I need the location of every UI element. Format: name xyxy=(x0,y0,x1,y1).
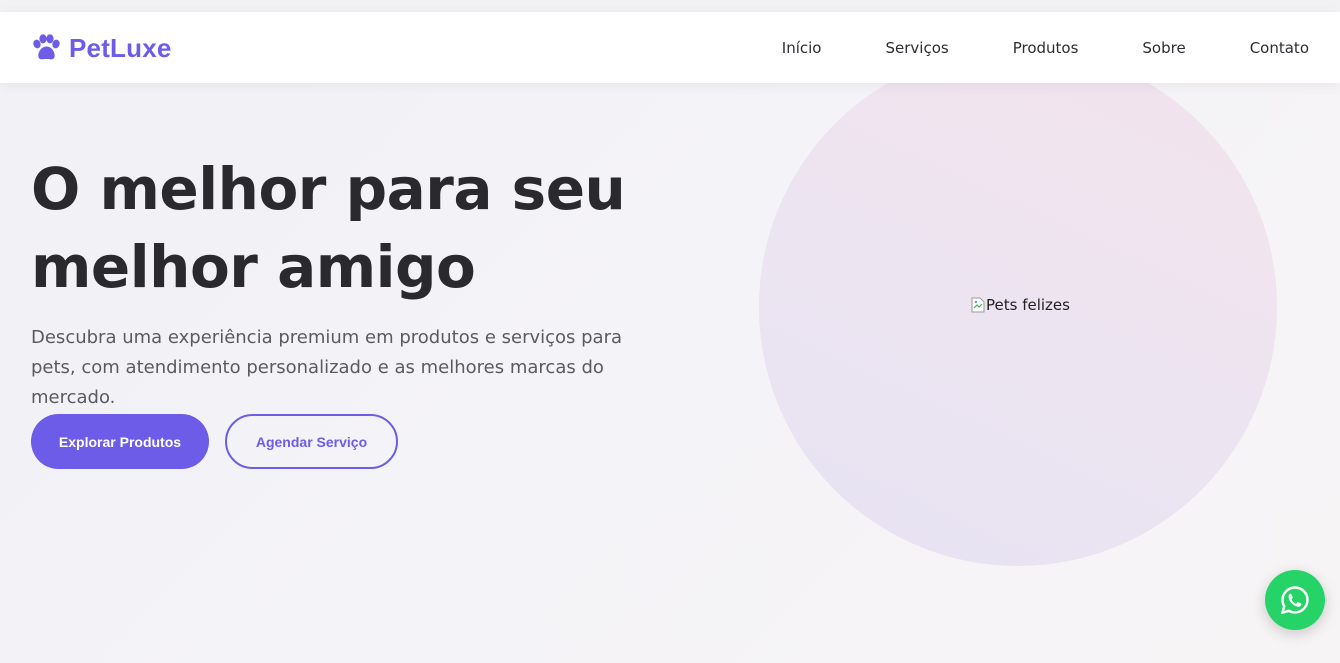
nav-item-sobre[interactable]: Sobre xyxy=(1142,39,1185,57)
nav-item-servicos[interactable]: Serviços xyxy=(886,39,949,57)
hero-title: O melhor para seu melhor amigo xyxy=(31,155,626,301)
explore-products-button[interactable]: Explorar Produtos xyxy=(31,414,209,469)
brand-name: PetLuxe xyxy=(69,32,172,63)
navbar: PetLuxe Início Serviços Produtos Sobre C… xyxy=(0,12,1340,83)
top-strip xyxy=(0,0,1340,12)
broken-image-icon xyxy=(971,297,985,313)
hero-description: Descubra uma experiência premium em prod… xyxy=(31,327,623,408)
nav-item-inicio[interactable]: Início xyxy=(782,39,822,57)
nav-menu: Início Serviços Produtos Sobre Contato xyxy=(782,12,1309,83)
hero-image-alt-text: Pets felizes xyxy=(986,296,1070,314)
whatsapp-button[interactable] xyxy=(1265,570,1325,630)
brand-logo[interactable]: PetLuxe xyxy=(31,32,172,64)
nav-item-contato[interactable]: Contato xyxy=(1250,39,1309,57)
schedule-service-button[interactable]: Agendar Serviço xyxy=(225,414,398,469)
whatsapp-icon xyxy=(1280,586,1309,615)
paw-icon xyxy=(33,34,60,60)
nav-item-produtos[interactable]: Produtos xyxy=(1013,39,1079,57)
hero-image-broken: Pets felizes xyxy=(971,296,1070,314)
